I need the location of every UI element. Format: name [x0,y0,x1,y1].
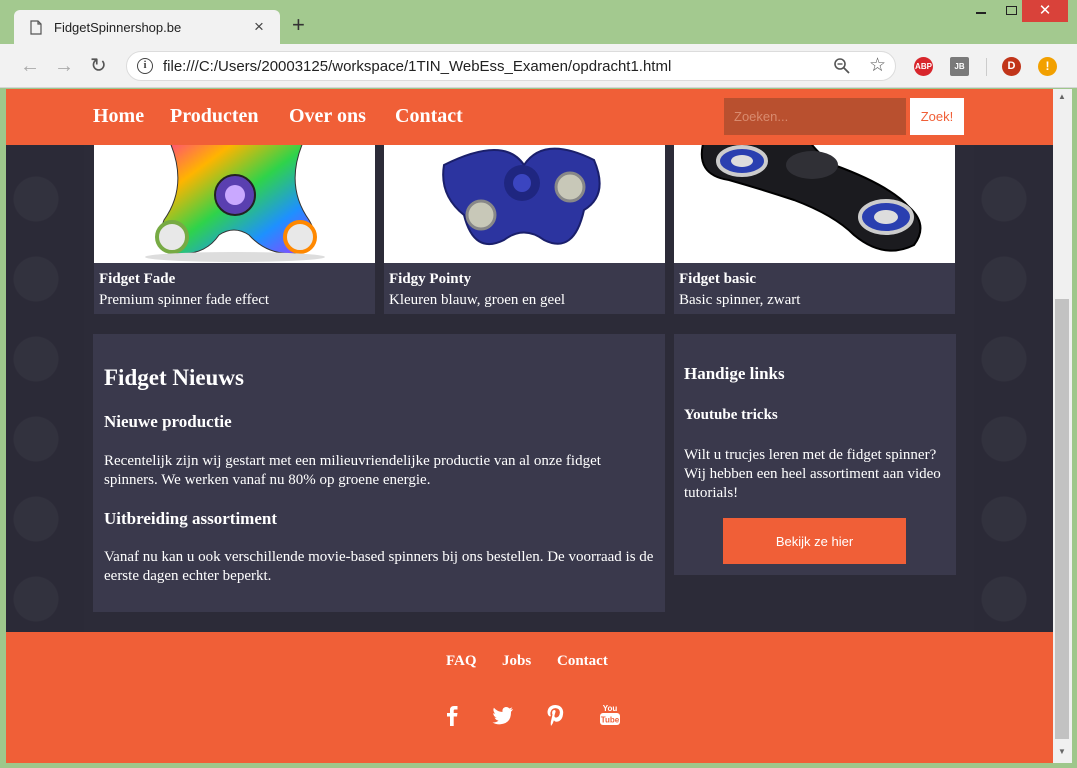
news-title: Fidget Nieuws [104,365,244,390]
site-footer: FAQ Jobs Contact You Tube [6,632,1053,763]
info-icon[interactable]: i [137,58,153,74]
site-header: Home Producten Over ons Contact Zoek! [6,89,1053,145]
jetbrains-icon[interactable]: JB [950,57,969,76]
product-name: Fidget Fade [99,271,176,287]
footer-link-faq[interactable]: FAQ [446,653,477,670]
forward-icon[interactable]: → [54,56,74,76]
links-subtitle: Youtube tricks [684,407,778,423]
document-icon [30,20,42,35]
search-button[interactable]: Zoek! [910,98,964,135]
product-name: Fidgy Pointy [389,271,472,287]
bookmark-star-icon[interactable]: ☆ [869,54,886,77]
links-text: Wilt u trucjes leren met de fidget spinn… [684,447,941,501]
url-text[interactable]: file:///C:/Users/20003125/workspace/1TIN… [163,58,671,75]
browser-toolbar: ← → ↻ i file:///C:/Users/20003125/worksp… [0,44,1077,88]
browser-tab[interactable]: FidgetSpinnershop.be × [14,10,280,46]
news-section: Fidget Nieuws Nieuwe productie Recenteli… [93,334,665,612]
browser-tab-strip: FidgetSpinnershop.be × + ✕ [0,0,1077,46]
svg-text:You: You [603,704,618,713]
news-text: Vanaf nu kan u ook verschillende movie-b… [104,549,654,584]
new-tab-button[interactable]: + [292,14,305,36]
twitter-icon[interactable] [490,702,516,728]
nav-contact[interactable]: Contact [395,105,463,128]
nav-producten[interactable]: Producten [170,105,259,128]
news-heading: Uitbreiding assortiment [104,509,277,528]
alert-icon[interactable]: ! [1038,57,1057,76]
tab-title: FidgetSpinnershop.be [54,20,182,35]
product-card[interactable]: Fidget basic Basic spinner, zwart [674,145,955,314]
rainbow-spinner-image [94,145,375,263]
minimize-button[interactable] [968,2,994,24]
footer-link-jobs[interactable]: Jobs [502,653,531,670]
links-section: Handige links Youtube tricks Wilt u truc… [674,334,956,575]
product-card[interactable]: Fidgy Pointy Kleuren blauw, groen en gee… [384,145,665,314]
black-spinner-image [674,145,955,263]
product-name: Fidget basic [679,271,757,287]
youtube-icon[interactable]: You Tube [597,702,623,728]
back-icon[interactable]: ← [20,56,40,76]
reload-icon[interactable]: ↻ [90,56,107,76]
profile-avatar[interactable]: D [1002,57,1021,76]
search-input[interactable] [724,98,906,135]
toolbar-divider [986,58,987,76]
product-description: Basic spinner, zwart [679,292,801,308]
product-card[interactable]: Fidget Fade Premium spinner fade effect [94,145,375,314]
nav-over-ons[interactable]: Over ons [289,105,366,128]
facebook-icon[interactable] [439,702,465,728]
pinterest-icon[interactable] [542,702,568,728]
scrollbar[interactable]: ▲ ▼ [1053,89,1072,763]
blue-spinner-image [384,145,665,263]
scroll-thumb[interactable] [1055,299,1069,739]
scroll-down-arrow-icon[interactable]: ▼ [1058,747,1066,756]
scroll-up-arrow-icon[interactable]: ▲ [1058,92,1066,101]
address-bar[interactable]: i file:///C:/Users/20003125/workspace/1T… [126,51,896,81]
product-description: Kleuren blauw, groen en geel [389,292,566,308]
news-text: Recentelijk zijn wij gestart met een mil… [104,453,601,488]
footer-link-contact[interactable]: Contact [557,653,608,670]
adblock-icon[interactable]: ABP [914,57,933,76]
product-description: Premium spinner fade effect [99,292,270,308]
zoom-icon[interactable] [833,57,851,75]
nav-home[interactable]: Home [93,105,144,128]
maximize-button[interactable] [998,0,1024,22]
news-heading: Nieuwe productie [104,412,232,431]
watch-videos-button[interactable]: Bekijk ze hier [723,518,906,564]
links-title: Handige links [684,364,785,383]
svg-text:Tube: Tube [601,716,620,725]
close-window-button[interactable]: ✕ [1022,0,1068,22]
tab-close-icon[interactable]: × [254,17,264,37]
page-viewport: Home Producten Over ons Contact Zoek! [6,89,1053,763]
